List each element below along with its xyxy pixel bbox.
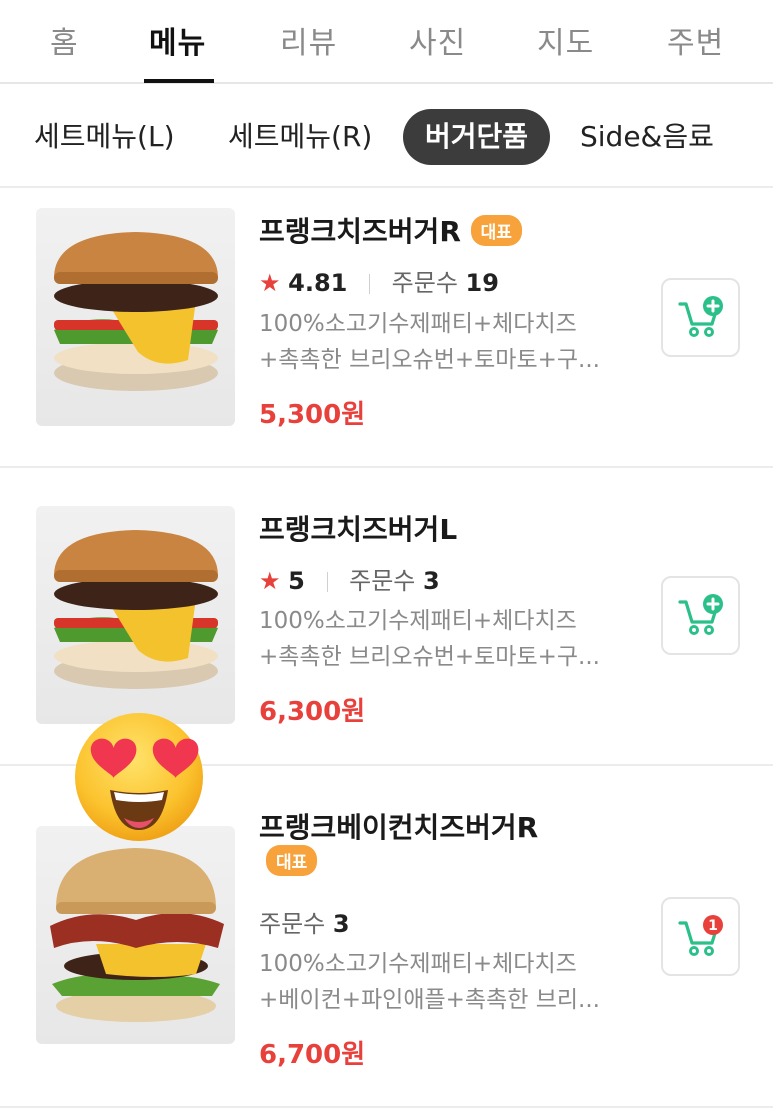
- description-line: +촉촉한 브리오슈번+토마토+구...: [259, 644, 600, 670]
- top-tab-bar: 홈 메뉴 리뷰 사진 지도 주변: [0, 0, 773, 84]
- description-line: 100%소고기수제패티+체다치즈: [259, 608, 577, 634]
- signature-badge: 대표: [470, 214, 522, 246]
- item-price: 5,300원: [259, 400, 366, 430]
- star-icon: ★: [259, 567, 281, 595]
- category-set-l[interactable]: 세트메뉴(L): [34, 109, 175, 165]
- cart-add-icon: [678, 594, 723, 635]
- signature-badge: 대표: [266, 845, 318, 876]
- description-line: +촉촉한 브리오슈번+토마토+구...: [259, 347, 600, 373]
- badge-row: 대표: [266, 845, 318, 879]
- burger-photo: [36, 506, 235, 724]
- item-title: 프랭크치즈버거R 대표: [259, 210, 522, 250]
- orders-count: 3: [423, 567, 440, 595]
- item-name: 프랭크치즈버거R: [259, 215, 461, 248]
- orders-count: 19: [465, 269, 499, 297]
- meta-divider: [326, 572, 328, 592]
- category-bar: 세트메뉴(L) 세트메뉴(R) 버거단품 Side&음료: [0, 86, 773, 188]
- description-line: 100%소고기수제패티+체다치즈: [259, 951, 577, 977]
- item-price: 6,300원: [259, 697, 366, 727]
- item-title: 프랭크베이컨치즈버거R: [259, 806, 538, 846]
- item-title: 프랭크치즈버거L: [259, 508, 457, 548]
- tab-menu[interactable]: 메뉴: [149, 18, 206, 62]
- item-name: 프랭크베이컨치즈버거R: [259, 811, 539, 844]
- item-description: 100%소고기수제패티+체다치즈 +촉촉한 브리오슈번+토마토+구...: [259, 603, 629, 675]
- tab-home[interactable]: 홈: [50, 18, 79, 62]
- cart-count-icon: 1: [678, 915, 723, 956]
- item-rating: 4.81: [288, 269, 348, 297]
- cart-count: 1: [708, 918, 718, 934]
- item-meta: ★ 4.81 주문수 19: [259, 263, 499, 298]
- orders-label: 주문수: [391, 269, 458, 297]
- item-description: 100%소고기수제패티+체다치즈 +촉촉한 브리오슈번+토마토+구...: [259, 306, 629, 378]
- description-line: +베이컨+파인애플+촉촉한 브리...: [259, 987, 600, 1013]
- orders-label: 주문수: [259, 910, 326, 938]
- orders-label: 주문수: [349, 567, 416, 595]
- add-to-cart-button[interactable]: [661, 278, 740, 357]
- add-to-cart-button[interactable]: [661, 576, 740, 655]
- burger-photo: [36, 208, 235, 426]
- add-to-cart-button[interactable]: 1: [661, 897, 740, 976]
- active-tab-indicator: [144, 79, 214, 83]
- category-set-r[interactable]: 세트메뉴(R): [228, 109, 372, 165]
- item-meta: ★ 5 주문수 3: [259, 561, 440, 596]
- burger-photo: [36, 826, 235, 1044]
- category-side-drink[interactable]: Side&음료: [580, 109, 714, 165]
- item-rating: 5: [288, 567, 305, 595]
- item-meta: 주문수 3: [259, 904, 350, 939]
- item-price: 6,700원: [259, 1040, 366, 1070]
- orders-count: 3: [332, 910, 350, 938]
- tab-reviews[interactable]: 리뷰: [280, 18, 337, 62]
- description-line: 100%소고기수제패티+체다치즈: [259, 311, 577, 337]
- tab-nearby[interactable]: 주변: [667, 18, 724, 62]
- star-icon: ★: [259, 269, 281, 297]
- item-name: 프랭크치즈버거L: [259, 513, 458, 546]
- category-burger-single[interactable]: 버거단품: [403, 109, 551, 165]
- meta-divider: [369, 274, 371, 294]
- heart-eyes-emoji: [75, 713, 203, 841]
- tab-photos[interactable]: 사진: [409, 18, 466, 62]
- tab-map[interactable]: 지도: [537, 18, 594, 62]
- item-description: 100%소고기수제패티+체다치즈 +베이컨+파인애플+촉촉한 브리...: [259, 946, 629, 1018]
- item-divider: [0, 1106, 773, 1108]
- cart-add-icon: [678, 296, 723, 337]
- item-divider: [0, 466, 773, 468]
